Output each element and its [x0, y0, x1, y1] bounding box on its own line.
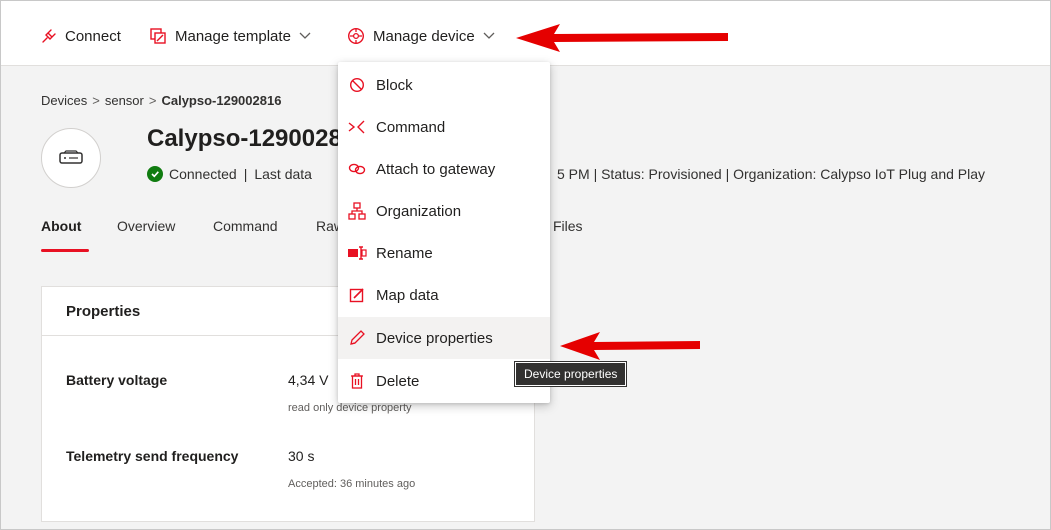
property-name: Telemetry send frequency	[66, 448, 239, 464]
connect-label: Connect	[65, 27, 121, 45]
rename-icon	[347, 243, 367, 263]
active-tab-indicator	[41, 249, 89, 252]
menu-item-label: Delete	[376, 372, 420, 390]
manage-device-menu: Block Command Attach to gateway Organiza…	[338, 62, 550, 403]
organization-icon	[347, 201, 367, 221]
tab-command[interactable]: Command	[213, 218, 278, 234]
menu-item-command[interactable]: Command	[338, 106, 550, 148]
map-data-icon	[347, 285, 367, 305]
chevron-down-icon	[483, 32, 495, 39]
breadcrumb-separator: >	[92, 93, 100, 108]
menu-item-rename[interactable]: Rename	[338, 232, 550, 274]
manage-device-label: Manage device	[373, 27, 475, 45]
status-details: 5 PM | Status: Provisioned | Organizatio…	[557, 166, 986, 182]
device-avatar	[41, 128, 101, 188]
last-data-label: Last data	[254, 166, 312, 182]
menu-item-device-properties[interactable]: Device properties	[338, 317, 550, 359]
breadcrumb-devices[interactable]: Devices	[41, 93, 87, 108]
menu-item-block[interactable]: Block	[338, 64, 550, 106]
menu-item-organization[interactable]: Organization	[338, 190, 550, 232]
manage-device-button[interactable]: Manage device	[347, 25, 503, 47]
menu-item-map-data[interactable]: Map data	[338, 274, 550, 316]
pencil-icon	[347, 328, 367, 348]
manage-device-icon	[347, 27, 365, 45]
tab-overview[interactable]: Overview	[117, 218, 175, 234]
manage-template-button[interactable]: Manage template	[149, 25, 319, 47]
annotation-arrow-icon	[560, 332, 700, 360]
plug-icon	[42, 29, 56, 43]
menu-item-attach-to-gateway[interactable]: Attach to gateway	[338, 148, 550, 190]
menu-item-label: Rename	[376, 244, 433, 262]
menu-item-label: Map data	[376, 286, 439, 304]
property-value[interactable]: 30 s	[288, 448, 314, 464]
breadcrumb-sensor[interactable]: sensor	[105, 93, 144, 108]
status-connected: Connected	[169, 166, 237, 182]
command-icon	[347, 117, 367, 137]
property-note: read only device property	[288, 402, 412, 414]
annotation-arrow-icon	[516, 24, 728, 52]
breadcrumb-current: Calypso-129002816	[161, 93, 282, 108]
device-properties-tooltip: Device properties	[515, 362, 627, 386]
menu-item-label: Device properties	[376, 329, 493, 347]
property-name: Battery voltage	[66, 372, 168, 388]
trash-icon	[347, 371, 367, 391]
menu-item-label: Attach to gateway	[376, 160, 496, 178]
block-icon	[347, 75, 367, 95]
menu-item-label: Organization	[376, 202, 462, 220]
tab-files[interactable]: Files	[553, 218, 583, 234]
chevron-down-icon	[299, 32, 311, 39]
menu-item-label: Block	[376, 76, 413, 94]
property-value: 4,34 V	[288, 372, 329, 388]
device-title: Calypso-12900281	[147, 125, 356, 152]
template-icon	[150, 28, 166, 44]
device-icon	[59, 150, 83, 164]
breadcrumb-separator: >	[148, 93, 157, 108]
device-status-line: Connected | Last data	[147, 166, 312, 182]
manage-template-label: Manage template	[175, 27, 291, 45]
tab-about[interactable]: About	[41, 218, 81, 234]
connected-check-icon	[147, 166, 163, 182]
property-note: Accepted: 36 minutes ago	[288, 478, 416, 490]
gateway-icon	[347, 159, 367, 179]
status-separator: |	[243, 166, 248, 182]
connect-button[interactable]: Connect	[41, 25, 121, 47]
breadcrumb: Devices > sensor > Calypso-129002816	[41, 93, 281, 108]
menu-item-label: Command	[376, 118, 446, 136]
